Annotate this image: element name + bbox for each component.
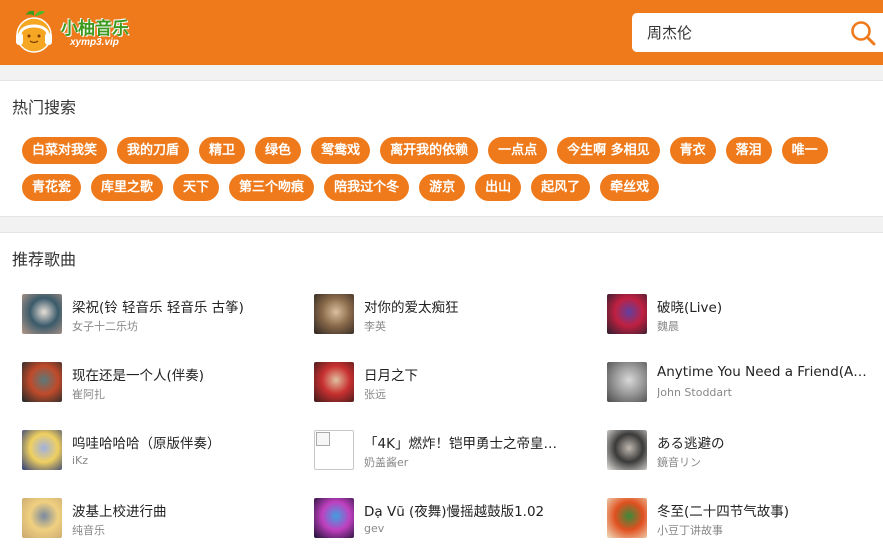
hot-search-tag[interactable]: 今生啊 多相见 [557, 137, 660, 164]
hot-search-tag[interactable]: 库里之歌 [91, 174, 164, 201]
song-cover [314, 294, 354, 334]
song-title: 现在还是一个人(伴奏) [72, 368, 205, 384]
song-item[interactable]: 破晓(Live) 魏晨 [607, 294, 883, 336]
logo-title: 小柚音乐 [61, 19, 129, 39]
song-cover [314, 430, 354, 470]
song-item[interactable]: 日月之下 张远 [314, 362, 594, 404]
hot-search-tag[interactable]: 落泪 [725, 137, 772, 164]
search-box [632, 13, 883, 52]
hot-search-tag[interactable]: 起风了 [531, 174, 591, 201]
song-artist: 李英 [364, 320, 386, 333]
song-artist: 崔阿扎 [72, 388, 105, 401]
song-title: ある逃避の [657, 436, 725, 452]
hot-search-tag[interactable]: 牵丝戏 [600, 174, 660, 201]
song-title: 梁祝(铃 轻音乐 轻音乐 古筝) [72, 300, 244, 316]
song-artist: John Stoddart [657, 386, 732, 399]
song-item[interactable]: 呜哇哈哈哈（原版伴奏） iKz [22, 430, 302, 472]
hot-search-tag[interactable]: 天下 [173, 174, 220, 201]
search-input[interactable] [632, 13, 842, 52]
song-artist: 女子十二乐坊 [72, 320, 138, 333]
song-cover [607, 430, 647, 470]
song-cover [22, 430, 62, 470]
song-item[interactable]: 现在还是一个人(伴奏) 崔阿扎 [22, 362, 302, 404]
song-title: 呜哇哈哈哈（原版伴奏） [72, 436, 221, 452]
hot-search-tag[interactable]: 出山 [475, 174, 522, 201]
song-artist: 纯音乐 [72, 524, 105, 537]
hot-search-panel: 热门搜索 白菜对我笑 我的刀盾 精卫 绿色 鸳鸯戏 离开我的依赖 一点点 今生啊 多相见 青衣落… [0, 80, 883, 217]
song-item[interactable]: 「4K」燃炸！铠甲勇士之帝皇… 奶盖酱er [314, 430, 594, 472]
song-artist: 奶盖酱er [364, 456, 409, 469]
hot-search-tag[interactable]: 游京 [419, 174, 466, 201]
song-cover [607, 362, 647, 402]
song-artist: gev [364, 522, 385, 535]
song-title: 冬至(二十四节气故事) [657, 504, 790, 520]
search-icon[interactable] [849, 19, 877, 47]
hot-search-tag[interactable]: 鸳鸯戏 [311, 137, 371, 164]
song-item[interactable]: Dạ Vũ (夜舞)慢摇越鼓版1.02 gev [314, 498, 594, 540]
song-cover [607, 294, 647, 334]
song-cover [22, 294, 62, 334]
song-item[interactable]: 波基上校进行曲 纯音乐 [22, 498, 302, 540]
song-cover [22, 362, 62, 402]
song-artist: 小豆丁讲故事 [657, 524, 723, 537]
song-artist: 鏡音リン [657, 456, 701, 469]
hot-search-tag[interactable]: 绿色 [255, 137, 302, 164]
orange-headphones-icon [16, 10, 52, 53]
song-title: 日月之下 [364, 368, 418, 384]
song-artist: 张远 [364, 388, 386, 401]
song-item[interactable]: 冬至(二十四节气故事) 小豆丁讲故事 [607, 498, 883, 540]
recommended-songs-panel: 推荐歌曲 梁祝(铃 轻音乐 轻音乐 古筝) 女子十二乐坊 对你的爱太痴狂 李英 破晓(L… [0, 232, 883, 553]
hot-search-tag[interactable]: 一点点 [488, 137, 548, 164]
song-title: 波基上校进行曲 [72, 504, 167, 520]
hot-search-tag[interactable]: 白菜对我笑 [22, 137, 108, 164]
hot-search-tags: 白菜对我笑 我的刀盾 精卫 绿色 鸳鸯戏 离开我的依赖 一点点 今生啊 多相见 青衣 落泪 唯一青花… [22, 137, 883, 201]
song-title: 「4K」燃炸！铠甲勇士之帝皇… [364, 436, 557, 452]
song-cover [314, 362, 354, 402]
hot-search-tag[interactable]: 青衣 [669, 137, 716, 164]
hot-search-tag[interactable]: 第三个吻痕 [229, 174, 315, 201]
top-bar: 小柚音乐 xymp3.vip [0, 0, 883, 65]
song-cover [607, 498, 647, 538]
song-title: 对你的爱太痴狂 [364, 300, 459, 316]
site-logo[interactable]: 小柚音乐 xymp3.vip [12, 5, 136, 59]
song-title: Anytime You Need a Friend(A… [657, 364, 867, 380]
song-cover [22, 498, 62, 538]
song-artist: 魏晨 [657, 320, 679, 333]
hot-search-tag[interactable]: 唯一 [781, 137, 828, 164]
hot-search-tag[interactable]: 我的刀盾 [117, 137, 190, 164]
song-item[interactable]: Anytime You Need a Friend(A… John Stoddar… [607, 362, 883, 404]
hot-search-tag[interactable]: 离开我的依赖 [380, 137, 479, 164]
song-list: 梁祝(铃 轻音乐 轻音乐 古筝) 女子十二乐坊 对你的爱太痴狂 李英 破晓(Live) 魏… [0, 233, 883, 553]
hot-search-title: 热门搜索 [12, 98, 77, 117]
hot-search-tag[interactable]: 陪我过个冬 [324, 174, 410, 201]
song-title: Dạ Vũ (夜舞)慢摇越鼓版1.02 [364, 504, 545, 520]
song-item[interactable]: 梁祝(铃 轻音乐 轻音乐 古筝) 女子十二乐坊 [22, 294, 302, 336]
logo-domain: xymp3.vip [70, 37, 119, 48]
song-artist: iKz [72, 454, 89, 467]
song-cover [314, 498, 354, 538]
broken-image-icon [316, 432, 330, 446]
song-item[interactable]: 对你的爱太痴狂 李英 [314, 294, 594, 336]
hot-search-tag[interactable]: 精卫 [199, 137, 246, 164]
song-title: 破晓(Live) [657, 300, 723, 316]
hot-search-tag[interactable]: 青花瓷 [22, 174, 82, 201]
song-item[interactable]: ある逃避の 鏡音リン [607, 430, 883, 472]
